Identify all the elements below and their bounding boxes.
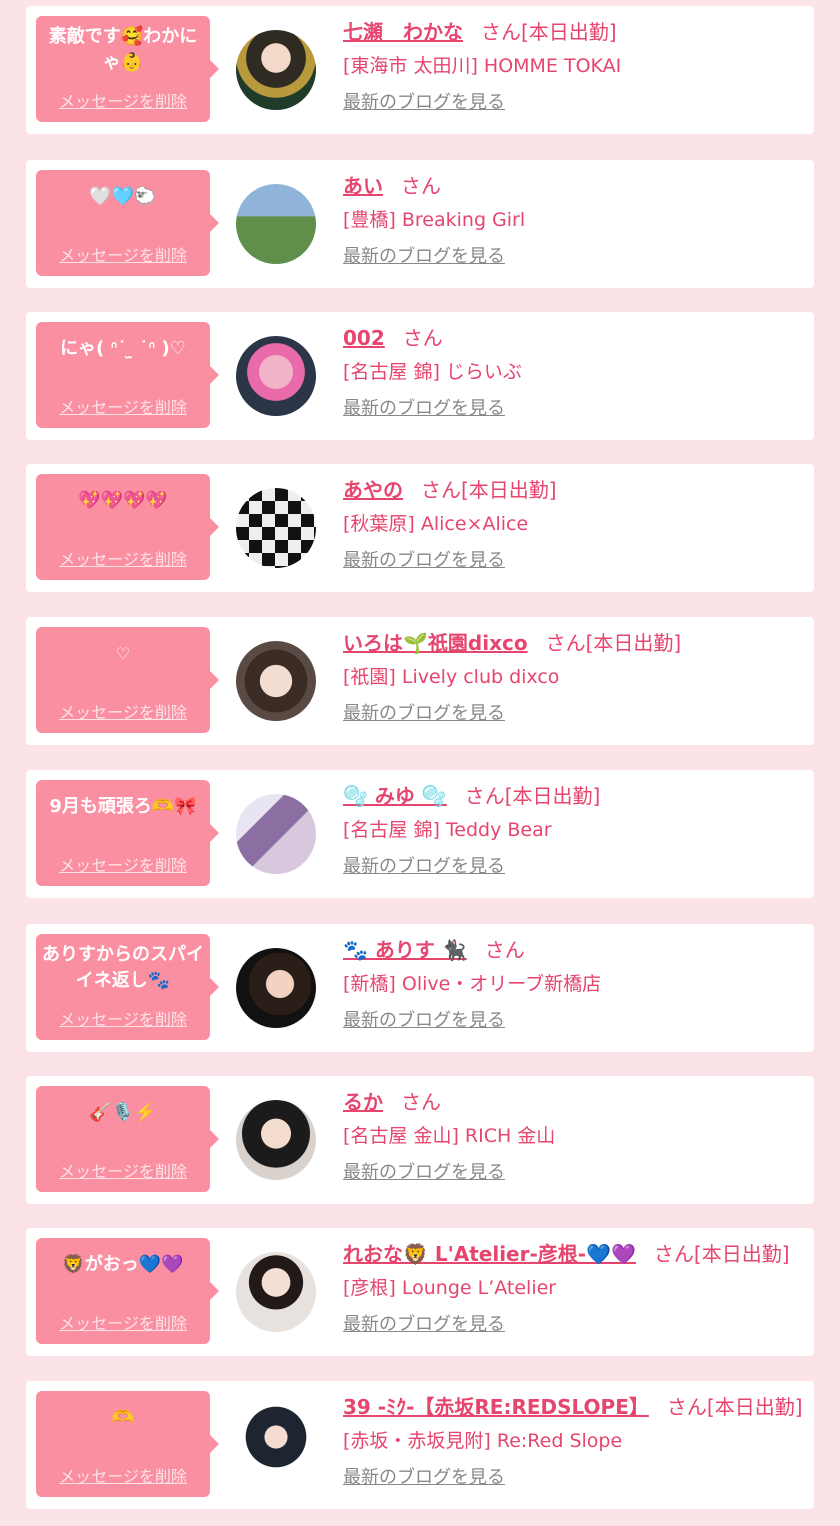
avatar[interactable] [236, 488, 316, 568]
shop-info: [赤坂・赤坂見附] Re:Red Slope [343, 1430, 623, 1452]
avatar[interactable] [236, 948, 316, 1028]
latest-blog-link[interactable]: 最新のブログを見る [343, 242, 804, 272]
list-item: 💖💖💖💖 メッセージを削除 あやの さん[本日出勤] [秋葉原] Alice×Al… [26, 464, 814, 592]
user-name-link[interactable]: あい [343, 174, 383, 198]
status-badge: [本日出勤] [461, 478, 557, 502]
message-bubble: 💖💖💖💖 メッセージを削除 [36, 474, 219, 580]
user-name-link[interactable]: 002 [343, 326, 385, 350]
list-item: 🫶 メッセージを削除 39 -ﾐｸ-【赤坂RE:REDSLOPE】 さん[本日出勤… [26, 1381, 814, 1509]
list-item: 🤍🩵🐑 メッセージを削除 あい さん [豊橋] Breaking Girl 最新の… [26, 160, 814, 288]
shop-info: [東海市 太田川] HOMME TOKAI [343, 55, 622, 77]
message-text: 9月も頑張ろ🫶🎀 [49, 796, 197, 817]
shop-info: [秋葉原] Alice×Alice [343, 513, 529, 535]
avatar[interactable] [236, 1252, 316, 1332]
honorific: さん [545, 631, 586, 655]
message-bubble: 🦁がおっ💙💜 メッセージを削除 [36, 1238, 219, 1344]
list-item: ありすからのスパイイネ返し🐾 メッセージを削除 🐾 ありす 🐈‍⬛ さん [新橋]… [26, 924, 814, 1052]
message-text: にゃ( ᐢ˙ ̫ ˙ᐢ )♡ [60, 338, 186, 359]
status-badge: [本日出勤] [521, 20, 617, 44]
message-bubble: にゃ( ᐢ˙ ̫ ˙ᐢ )♡ メッセージを削除 [36, 322, 219, 428]
delete-message-link[interactable]: メッセージを削除 [36, 546, 210, 570]
status-badge: [本日出勤] [585, 631, 682, 655]
latest-blog-link[interactable]: 最新のブログを見る [343, 546, 804, 576]
status-badge: [本日出勤] [504, 784, 601, 808]
latest-blog-link[interactable]: 最新のブログを見る [343, 1310, 804, 1340]
message-bubble: 9月も頑張ろ🫶🎀 メッセージを削除 [36, 780, 219, 886]
message-bubble: 🤍🩵🐑 メッセージを削除 [36, 170, 219, 276]
message-bubble: 🎸🎙️⚡️ メッセージを削除 [36, 1086, 219, 1192]
status-badge: [本日出勤] [706, 1395, 803, 1419]
list-item: 🦁がおっ💙💜 メッセージを削除 れおな🦁 L'Atelier-彦根-💙💜 さん[本… [26, 1228, 814, 1356]
latest-blog-link[interactable]: 最新のブログを見る [343, 1006, 804, 1036]
user-name-link[interactable]: いろは🌱祇園dixco [343, 631, 528, 655]
shop-info: [祇園] Lively club dixco [343, 666, 560, 688]
avatar[interactable] [236, 641, 316, 721]
delete-message-link[interactable]: メッセージを削除 [36, 88, 210, 112]
delete-message-link[interactable]: メッセージを削除 [36, 1310, 210, 1334]
shop-info: [名古屋 錦] じらいぶ [343, 361, 522, 383]
honorific: さん [402, 326, 443, 350]
message-list: 素敵です🥰わかにゃ👶 メッセージを削除 七瀬 わかな さん[本日出勤] [東海市 … [0, 0, 840, 1526]
latest-blog-link[interactable]: 最新のブログを見る [343, 1158, 804, 1188]
message-text: 素敵です🥰わかにゃ👶 [48, 26, 198, 73]
shop-info: [新橋] Olive・オリーブ新橋店 [343, 973, 602, 995]
message-bubble: ありすからのスパイイネ返し🐾 メッセージを削除 [36, 934, 219, 1040]
honorific: さん [653, 1242, 694, 1266]
list-item: にゃ( ᐢ˙ ̫ ˙ᐢ )♡ メッセージを削除 002 さん [名古屋 錦] じら… [26, 312, 814, 440]
delete-message-link[interactable]: メッセージを削除 [36, 852, 210, 876]
honorific: さん [464, 784, 505, 808]
avatar[interactable] [236, 184, 316, 264]
user-name-link[interactable]: 39 -ﾐｸ-【赤坂RE:REDSLOPE】 [343, 1395, 649, 1419]
message-text: ありすからのスパイイネ返し🐾 [42, 944, 204, 991]
user-name-link[interactable]: れおな🦁 L'Atelier-彦根-💙💜 [343, 1242, 636, 1266]
shop-info: [名古屋 錦] Teddy Bear [343, 819, 552, 841]
latest-blog-link[interactable]: 最新のブログを見る [343, 88, 804, 118]
message-text: 🦁がおっ💙💜 [62, 1254, 184, 1275]
user-name-link[interactable]: 七瀬 わかな [343, 20, 463, 44]
delete-message-link[interactable]: メッセージを削除 [36, 699, 210, 723]
shop-info: [豊橋] Breaking Girl [343, 209, 526, 231]
avatar[interactable] [236, 336, 316, 416]
latest-blog-link[interactable]: 最新のブログを見る [343, 1463, 804, 1493]
list-item: 🎸🎙️⚡️ メッセージを削除 るか さん [名古屋 金山] RICH 金山 最新の… [26, 1076, 814, 1204]
message-bubble: 素敵です🥰わかにゃ👶 メッセージを削除 [36, 16, 219, 122]
honorific: さん [484, 938, 525, 962]
avatar[interactable] [236, 794, 316, 874]
avatar[interactable] [236, 1405, 316, 1485]
message-text: 💖💖💖💖 [78, 490, 168, 511]
delete-message-link[interactable]: メッセージを削除 [36, 242, 210, 266]
avatar[interactable] [236, 1100, 316, 1180]
honorific: さん [666, 1395, 707, 1419]
message-text: 🤍🩵🐑 [89, 186, 157, 207]
user-name-link[interactable]: 🐾 ありす 🐈‍⬛ [343, 938, 467, 962]
message-text: 🎸🎙️⚡️ [89, 1102, 157, 1123]
message-text: 🫶 [111, 1407, 135, 1428]
user-name-link[interactable]: 🫧 みゆ 🫧 [343, 784, 447, 808]
avatar[interactable] [236, 30, 316, 110]
shop-info: [名古屋 金山] RICH 金山 [343, 1125, 556, 1147]
list-item: 素敵です🥰わかにゃ👶 メッセージを削除 七瀬 わかな さん[本日出勤] [東海市 … [26, 6, 814, 134]
honorific: さん [401, 174, 441, 198]
delete-message-link[interactable]: メッセージを削除 [36, 1006, 210, 1030]
user-name-link[interactable]: るか [343, 1090, 383, 1114]
honorific: さん [401, 1090, 441, 1114]
list-item: 9月も頑張ろ🫶🎀 メッセージを削除 🫧 みゆ 🫧 さん[本日出勤] [名古屋 錦]… [26, 770, 814, 898]
honorific: さん [481, 20, 521, 44]
status-badge: [本日出勤] [693, 1242, 790, 1266]
latest-blog-link[interactable]: 最新のブログを見る [343, 852, 804, 882]
latest-blog-link[interactable]: 最新のブログを見る [343, 699, 804, 729]
list-item: ♡ メッセージを削除 いろは🌱祇園dixco さん[本日出勤] [祇園] Live… [26, 617, 814, 745]
message-text: ♡ [115, 644, 131, 663]
message-bubble: 🫶 メッセージを削除 [36, 1391, 219, 1497]
honorific: さん [421, 478, 461, 502]
user-name-link[interactable]: あやの [343, 478, 403, 502]
delete-message-link[interactable]: メッセージを削除 [36, 1158, 210, 1182]
latest-blog-link[interactable]: 最新のブログを見る [343, 394, 804, 424]
shop-info: [彦根] Lounge L’Atelier [343, 1277, 557, 1299]
delete-message-link[interactable]: メッセージを削除 [36, 394, 210, 418]
message-bubble: ♡ メッセージを削除 [36, 627, 219, 733]
delete-message-link[interactable]: メッセージを削除 [36, 1463, 210, 1487]
